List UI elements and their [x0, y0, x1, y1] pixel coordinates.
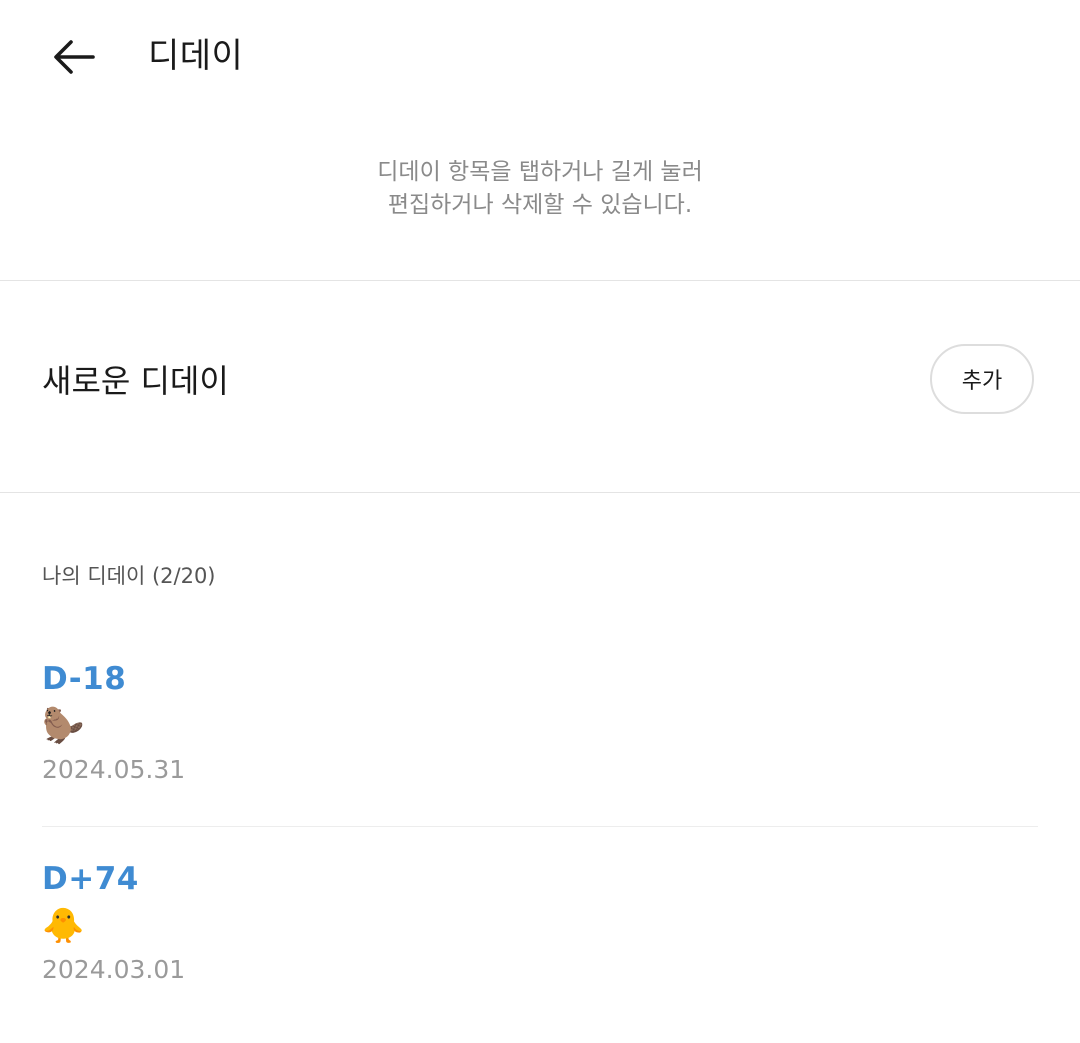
arrow-left-icon [54, 40, 95, 74]
dday-screen: 디데이 디데이 항목을 탭하거나 길게 눌러 편집하거나 삭제할 수 있습니다.… [0, 0, 1080, 1043]
list-divider [42, 826, 1038, 827]
my-dday-section-label: 나의 디데이 (2/20) [42, 564, 216, 588]
divider [0, 492, 1080, 493]
dday-date: 2024.05.31 [42, 755, 186, 784]
dday-list-item[interactable]: D-18 🦫 2024.05.31 [42, 656, 1038, 826]
beaver-emoji-icon: 🦫 [42, 706, 85, 746]
back-button[interactable] [40, 24, 108, 90]
add-button[interactable]: 추가 [930, 344, 1034, 414]
dday-count: D-18 [42, 661, 127, 697]
divider [0, 280, 1080, 281]
dday-date: 2024.03.01 [42, 955, 186, 984]
instruction-text: 디데이 항목을 탭하거나 길게 눌러 편집하거나 삭제할 수 있습니다. [0, 156, 1080, 222]
app-header: 디데이 [0, 0, 1080, 115]
dday-count: D+74 [42, 861, 139, 897]
page-title: 디데이 [148, 36, 244, 76]
dday-list-item[interactable]: D+74 🐥 2024.03.01 [42, 856, 1038, 1006]
instruction-line-2: 편집하거나 삭제할 수 있습니다. [387, 192, 693, 218]
new-dday-label: 새로운 디데이 [42, 362, 229, 400]
chick-emoji-icon: 🐥 [42, 906, 85, 946]
instruction-line-1: 디데이 항목을 탭하거나 길게 눌러 [377, 159, 703, 185]
